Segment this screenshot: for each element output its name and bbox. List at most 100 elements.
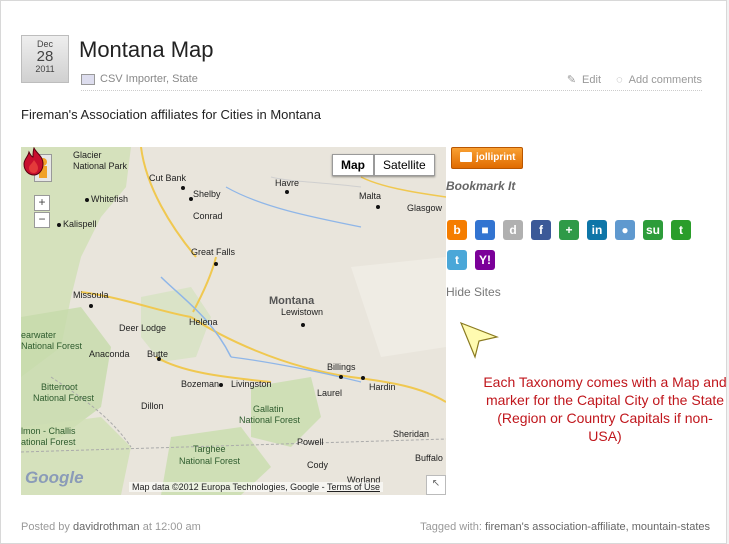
place-label: National Forest [239, 415, 301, 425]
bookmark-heading: Bookmark It [446, 179, 516, 193]
place-label: Lewistown [281, 307, 324, 317]
city-dot [301, 323, 305, 327]
place-label: Billings [327, 362, 356, 372]
place-label: Missoula [73, 290, 109, 300]
city-dot [181, 186, 185, 190]
post-title[interactable]: Montana Map [79, 37, 214, 63]
edit-link[interactable]: Edit [582, 74, 601, 86]
delicious-icon[interactable]: ■ [475, 220, 495, 240]
stumbleupon-icon[interactable]: su [643, 220, 663, 240]
city-dot [219, 383, 223, 387]
edit-icon: ✎ [566, 74, 577, 86]
annotation-callout: Each Taxonomy comes with a Map and marke… [483, 374, 727, 444]
map-type-map-button[interactable]: Map [332, 154, 374, 176]
map-attribution: Map data ©2012 Europa Technologies, Goog… [129, 482, 383, 492]
map-type-control: Map Satellite [332, 154, 435, 176]
place-label: Shelby [193, 189, 221, 199]
place-label: Powell [297, 437, 324, 447]
city-dot [214, 262, 218, 266]
place-label: Conrad [193, 211, 223, 221]
place-label: Hardin [369, 382, 396, 392]
city-dot [339, 375, 343, 379]
blogger-icon[interactable]: b [447, 220, 467, 240]
place-label: Kalispell [63, 219, 97, 229]
add-comments-link[interactable]: Add comments [629, 74, 702, 86]
place-label: Glasgow [407, 203, 443, 213]
place-label: Bitterroot [41, 382, 78, 392]
map-expand-corner-icon[interactable]: ↖ [426, 475, 446, 495]
place-label: earwater [21, 330, 57, 340]
jolliprint-button[interactable]: jolliprint [451, 147, 523, 169]
place-label: Cut Bank [149, 173, 187, 183]
category-folder-icon [81, 73, 95, 85]
reddit-icon[interactable]: ● [615, 220, 635, 240]
post-categories: CSV Importer, State [81, 73, 198, 85]
post-actions: ✎ Edit ◌ Add comments [561, 73, 702, 86]
city-dot [57, 223, 61, 227]
technorati-icon[interactable]: t [671, 220, 691, 240]
zoom-in-button[interactable]: + [34, 195, 50, 211]
place-label: ational Forest [21, 437, 76, 447]
place-label: Glacier [73, 150, 102, 160]
twitter-icon[interactable]: t [447, 250, 467, 270]
date-day: 28 [36, 48, 54, 65]
place-label: Sheridan [393, 429, 430, 439]
place-label: Great Falls [191, 247, 236, 257]
place-label: Laurel [317, 388, 343, 398]
state-label: Montana [269, 295, 315, 307]
city-dot [89, 304, 93, 308]
place-label: National Park [73, 161, 128, 171]
map-attribution-text: Map data ©2012 Europa Technologies, Goog… [132, 482, 325, 492]
place-label: Havre [275, 178, 300, 188]
post-date-badge: Dec 28 2011 [21, 35, 69, 83]
google-icon[interactable]: + [559, 220, 579, 240]
author-link[interactable]: davidrothman [73, 521, 140, 533]
facebook-icon[interactable]: f [531, 220, 551, 240]
terms-of-use-link[interactable]: Terms of Use [327, 482, 380, 492]
state-map[interactable]: + − Map Satellite Glacier National Park … [21, 147, 446, 495]
digg-icon[interactable]: d [503, 220, 523, 240]
capital-fire-marker-icon[interactable] [21, 147, 47, 177]
post-intro: Fireman's Association affiliates for Cit… [21, 107, 321, 122]
city-dot [376, 205, 380, 209]
hide-sites-link[interactable]: Hide Sites [446, 285, 501, 299]
place-label: Cody [307, 460, 329, 470]
google-logo: Google [25, 468, 84, 487]
city-dot [189, 197, 193, 201]
place-label: Anaconda [89, 349, 130, 359]
post-card: Dec 28 2011 Montana Map CSV Importer, St… [0, 0, 727, 544]
place-label: National Forest [33, 393, 95, 403]
post-time: 12:00 am [154, 521, 201, 533]
place-label: National Forest [179, 456, 241, 466]
place-label: Whitefish [91, 194, 129, 204]
place-label: Buffalo [415, 453, 443, 463]
place-label: Targhee [193, 444, 226, 454]
at-label: at [142, 521, 152, 533]
comment-icon: ◌ [616, 74, 623, 86]
place-label: lmon - Challis [21, 426, 76, 436]
place-label: Livingston [231, 379, 272, 389]
place-label: Deer Lodge [119, 323, 167, 333]
place-label: Gallatin [253, 404, 284, 414]
post-footer-author: Posted by davidrothman at 12:00 am [21, 521, 201, 533]
yahoo-icon[interactable]: Y! [475, 250, 495, 270]
jolliprint-label: jolliprint [476, 152, 516, 163]
tagged-with-label: Tagged with: [420, 521, 482, 533]
linkedin-icon[interactable]: in [587, 220, 607, 240]
posted-by-label: Posted by [21, 521, 70, 533]
zoom-out-button[interactable]: − [34, 212, 50, 228]
meta-divider [81, 90, 702, 91]
city-dot [285, 190, 289, 194]
city-dot [157, 357, 161, 361]
cursor-arrow-icon [459, 321, 499, 359]
place-label: Helena [189, 317, 218, 327]
post-footer-tags: Tagged with: fireman's association-affil… [420, 521, 710, 533]
city-dot [85, 198, 89, 202]
category-links[interactable]: CSV Importer, State [100, 73, 198, 85]
printer-icon [460, 152, 472, 163]
place-label: Malta [359, 191, 382, 201]
tag-links[interactable]: fireman's association-affiliate, mountai… [485, 521, 710, 533]
date-year: 2011 [35, 64, 55, 74]
place-label: National Forest [21, 341, 83, 351]
map-type-satellite-button[interactable]: Satellite [374, 154, 435, 176]
